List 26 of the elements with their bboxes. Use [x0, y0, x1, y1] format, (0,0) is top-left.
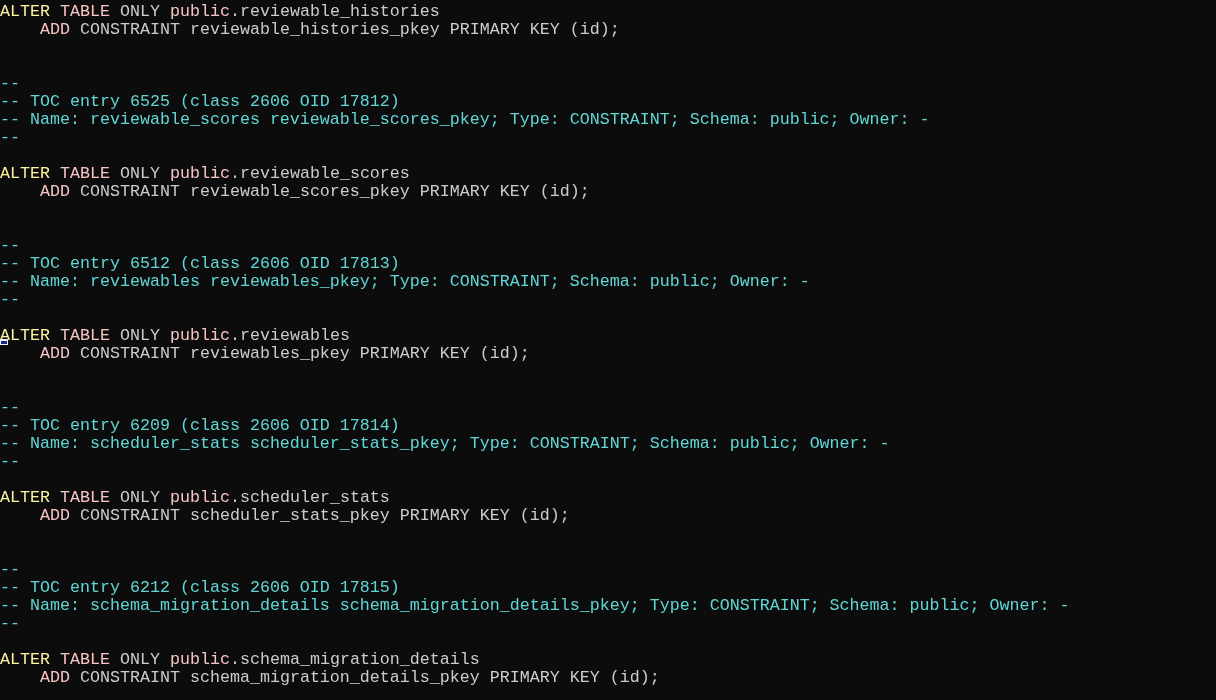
comment-line: --	[0, 453, 20, 471]
code-line: ADD CONSTRAINT reviewable_scores_pkey PRIMARY KEY (id);	[40, 183, 590, 201]
code-line: ADD CONSTRAINT reviewables_pkey PRIMARY KEY (id);	[40, 345, 530, 363]
comment-line: --	[0, 129, 20, 147]
comment-line: --	[0, 237, 20, 255]
comment-line: --	[0, 291, 20, 309]
comment-line: -- TOC entry 6525 (class 2606 OID 17812)	[0, 93, 400, 111]
comment-line: -- Name: reviewable_scores reviewable_scores_pkey; Type: CONSTRAINT; Schema: public; Owner: -	[0, 111, 930, 129]
code-line: ALTER TABLE ONLY public.scheduler_stats	[0, 489, 390, 507]
comment-line: -- Name: schema_migration_details schema_migration_details_pkey; Type: CONSTRAINT; Schema: public; Owner: -	[0, 597, 1070, 615]
code-line: ALTER TABLE ONLY public.reviewables	[0, 327, 350, 345]
code-line: ALTER TABLE ONLY public.reviewable_scores	[0, 165, 410, 183]
comment-line: -- Name: reviewables reviewables_pkey; Type: CONSTRAINT; Schema: public; Owner: -	[0, 273, 810, 291]
code-line: ALTER TABLE ONLY public.schema_migration_details	[0, 651, 480, 669]
code-line: ADD CONSTRAINT scheduler_stats_pkey PRIMARY KEY (id);	[40, 507, 570, 525]
comment-line: -- Name: scheduler_stats scheduler_stats_pkey; Type: CONSTRAINT; Schema: public; Owner: -	[0, 435, 890, 453]
comment-line: --	[0, 561, 20, 579]
code-line: ADD CONSTRAINT reviewable_histories_pkey PRIMARY KEY (id);	[40, 21, 620, 39]
comment-line: --	[0, 615, 20, 633]
code-line: ADD CONSTRAINT schema_migration_details_pkey PRIMARY KEY (id);	[40, 669, 660, 687]
code-line: ALTER TABLE ONLY public.reviewable_histories	[0, 3, 440, 21]
comment-line: --	[0, 399, 20, 417]
comment-line: --	[0, 75, 20, 93]
comment-line: -- TOC entry 6209 (class 2606 OID 17814)	[0, 417, 400, 435]
comment-line: -- TOC entry 6512 (class 2606 OID 17813)	[0, 255, 400, 273]
comment-line: -- TOC entry 6212 (class 2606 OID 17815)	[0, 579, 400, 597]
